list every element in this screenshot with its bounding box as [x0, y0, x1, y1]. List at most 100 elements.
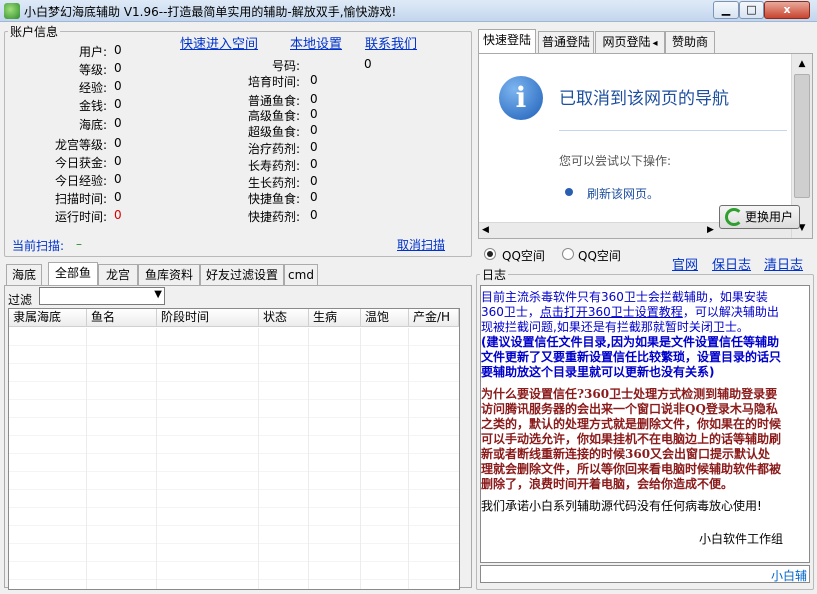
- table-header: 隶属海底 鱼名 阶段时间 状态 生病 温饱 产金/H: [9, 309, 459, 327]
- stat-label: 等级:: [78, 63, 107, 77]
- settings-tutorial-link[interactable]: 点击打开360卫士设置教程: [540, 305, 683, 319]
- stat-label: 今日经验:: [54, 174, 107, 188]
- tab-friend-filter[interactable]: 好友过滤设置: [200, 264, 284, 286]
- column-header[interactable]: 状态: [259, 309, 309, 327]
- stat-label: 用户:: [78, 45, 107, 59]
- column-header[interactable]: 鱼名: [87, 309, 157, 327]
- stat-value: 0: [114, 97, 122, 111]
- tab-dragon-palace[interactable]: 龙宫: [98, 264, 138, 286]
- stat-value: 0: [310, 174, 318, 188]
- filter-label: 过滤: [8, 293, 33, 307]
- log-signature: 小白软件工作组: [699, 532, 784, 546]
- tab-sponsor[interactable]: 赞助商: [665, 31, 715, 53]
- tab-normal-login[interactable]: 普通登陆: [538, 31, 594, 53]
- local-settings-link[interactable]: 本地设置: [290, 33, 342, 52]
- tab-all-fish[interactable]: 全部鱼: [48, 262, 98, 286]
- official-site-link[interactable]: 官网: [672, 254, 698, 273]
- table-body: [9, 328, 459, 589]
- column-header[interactable]: 生病: [309, 309, 361, 327]
- stat-label: 快捷药剂:: [247, 210, 300, 224]
- divider: [559, 130, 787, 131]
- log-paragraph-3: 为什么要设置信任?360卫士处理方式检测到辅助登录要访问腾讯服务器的会出来一个窗…: [481, 387, 782, 491]
- bullet-icon: [565, 188, 573, 196]
- log-label: 日志: [480, 266, 509, 283]
- number-value: 0: [364, 57, 372, 71]
- stat-value: 0: [114, 116, 122, 130]
- column-header[interactable]: 温饱: [361, 309, 409, 327]
- change-user-label: 更换用户: [744, 210, 793, 224]
- stat-value: 0: [310, 123, 318, 137]
- column-header[interactable]: 产金/H: [409, 309, 459, 327]
- refresh-icon: [725, 208, 743, 226]
- chevron-down-icon[interactable]: ▼: [154, 289, 162, 300]
- log-paragraph-2: (建议设置信任文件目录,因为如果是文件设置信任等辅助文件更新了又要重新设置信任比…: [481, 335, 782, 379]
- window-title: 小白梦幻海底辅助 V1.96--打造最简单实用的辅助-解放双手,愉快游戏!: [24, 5, 397, 19]
- stat-label: 扫描时间:: [54, 192, 107, 206]
- stat-label: 培育时间:: [247, 75, 300, 89]
- qq-space-radio-1[interactable]: [484, 248, 496, 260]
- stat-label: 生长药剂:: [247, 176, 300, 190]
- scroll-thumb[interactable]: [794, 74, 810, 198]
- qq-space-radio-2[interactable]: [562, 248, 574, 260]
- title-bar[interactable]: 小白梦幻海底辅助 V1.96--打造最简单实用的辅助-解放双手,愉快游戏! ▁ …: [0, 0, 817, 22]
- stat-value: 0: [310, 92, 318, 106]
- clear-log-link[interactable]: 清日志: [764, 254, 803, 273]
- column-header[interactable]: 阶段时间: [157, 309, 259, 327]
- stat-value: 0: [310, 157, 318, 171]
- tab-quick-login[interactable]: 快速登陆: [478, 29, 536, 53]
- stat-label: 高级鱼食:: [247, 109, 300, 123]
- refresh-page-link[interactable]: 刷新该网页。: [587, 185, 659, 202]
- close-button[interactable]: x: [764, 1, 810, 19]
- account-info-label: 账户信息: [8, 23, 61, 40]
- info-icon: i: [499, 76, 543, 120]
- stat-value: 0: [114, 136, 122, 150]
- log-text-area[interactable]: 目前主流杀毒软件只有360卫士会拦截辅助，如果安装360卫士，点击打开360卫士…: [480, 285, 810, 563]
- scroll-left-icon[interactable]: ◀: [482, 225, 489, 235]
- stat-label: 金钱:: [78, 99, 107, 113]
- log-paragraph-1: 目前主流杀毒软件只有360卫士会拦截辅助，如果安装360卫士，点击打开360卫士…: [481, 290, 781, 335]
- change-user-button[interactable]: 更换用户: [719, 205, 800, 229]
- log-input-text: 小白辅: [770, 569, 807, 583]
- log-paragraph-4: 我们承诺小白系列辅助源代码没有任何病毒放心使用!: [481, 499, 762, 513]
- stat-label: 今日获金:: [54, 156, 107, 170]
- column-header[interactable]: 隶属海底: [9, 309, 87, 327]
- stat-value: 0: [310, 208, 318, 222]
- stat-value: 0: [114, 61, 122, 75]
- save-log-link[interactable]: 保日志: [712, 254, 751, 273]
- stat-value: 0: [114, 79, 122, 93]
- tab-seabed[interactable]: 海底: [6, 264, 42, 286]
- maximize-button[interactable]: □: [739, 1, 764, 19]
- fish-tab-bar: 海底 全部鱼 龙宫 鱼库资料 好友过滤设置 cmd: [4, 262, 472, 286]
- current-scan-value: –: [76, 237, 82, 251]
- tab-cmd[interactable]: cmd: [284, 264, 318, 286]
- contact-us-link[interactable]: 联系我们: [365, 33, 417, 52]
- qq-space-label-1: QQ空间: [502, 249, 545, 263]
- tab-web-login-label: 网页登陆: [602, 35, 651, 49]
- stat-value: 0: [114, 190, 122, 204]
- stat-value: 0: [310, 190, 318, 204]
- filter-dropdown[interactable]: ▼: [39, 287, 165, 305]
- scroll-right-icon[interactable]: ▶: [707, 225, 714, 235]
- login-tab-bar: 快速登陆 普通登陆 网页登陆 ◂ 赞助商: [478, 29, 813, 53]
- qq-space-label-2: QQ空间: [578, 249, 621, 263]
- stat-label: 超级鱼食:: [247, 125, 300, 139]
- stat-value: 0: [310, 140, 318, 154]
- tab-web-login[interactable]: 网页登陆 ◂: [595, 31, 665, 53]
- stat-label: 经验:: [78, 81, 107, 95]
- stat-label: 快捷鱼食:: [247, 192, 300, 206]
- scroll-up-icon[interactable]: ▲: [794, 56, 810, 72]
- tab-fish-library[interactable]: 鱼库资料: [138, 264, 200, 286]
- try-options-text: 您可以尝试以下操作:: [559, 154, 672, 168]
- log-input[interactable]: 小白辅: [480, 565, 810, 583]
- cancel-scan-link[interactable]: 取消扫描: [397, 236, 445, 253]
- minimize-button[interactable]: ▁: [713, 1, 739, 19]
- stat-value: 0: [114, 208, 122, 222]
- stat-label: 治疗药剂:: [247, 142, 300, 156]
- fish-table[interactable]: 隶属海底 鱼名 阶段时间 状态 生病 温饱 产金/H: [8, 308, 460, 590]
- stat-label: 长寿药剂:: [247, 159, 300, 173]
- stat-label: 龙宫等级:: [54, 138, 107, 152]
- stat-value: 0: [310, 73, 318, 87]
- quick-space-link[interactable]: 快速进入空间: [180, 33, 258, 52]
- stat-value: 0: [114, 154, 122, 168]
- stat-label: 运行时间:: [54, 210, 107, 224]
